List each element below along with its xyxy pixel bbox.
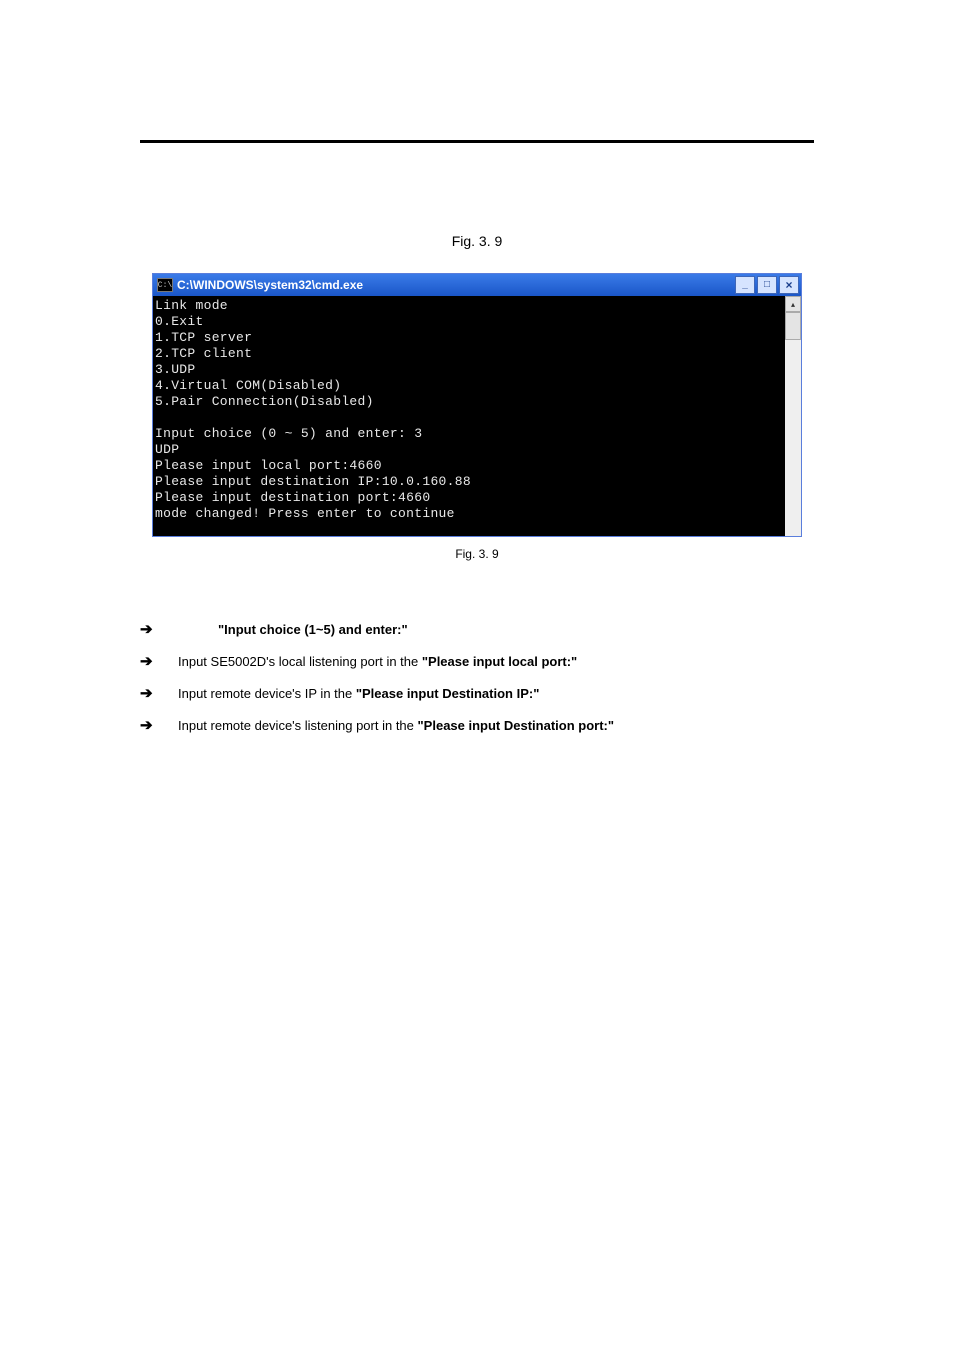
minimize-icon: _ bbox=[742, 280, 748, 290]
instruction-row: ➔ Input remote device's listening port i… bbox=[140, 717, 814, 735]
figure-caption-top: Fig. 3. 9 bbox=[140, 233, 814, 249]
cmd-icon: C:\ bbox=[157, 278, 173, 292]
instruction-text: "Input choice (1~5) and enter:" bbox=[158, 621, 814, 639]
instruction-text: Input SE5002D's local listening port in … bbox=[158, 653, 814, 671]
close-icon: × bbox=[785, 279, 792, 291]
scroll-up-button[interactable]: ▴ bbox=[785, 296, 801, 312]
minimize-button[interactable]: _ bbox=[735, 276, 755, 294]
arrow-icon: ➔ bbox=[140, 653, 158, 671]
horizontal-rule bbox=[140, 140, 814, 143]
instruction-pre: Input remote device's IP in the bbox=[178, 686, 356, 701]
cmd-console-window: C:\ C:\WINDOWS\system32\cmd.exe _ □ × Li… bbox=[152, 273, 802, 537]
vertical-scrollbar[interactable]: ▴ bbox=[785, 296, 801, 536]
instruction-pre: Input remote device's listening port in … bbox=[178, 718, 418, 733]
close-button[interactable]: × bbox=[779, 276, 799, 294]
instruction-bold: "Please input Destination port:" bbox=[418, 718, 615, 733]
window-titlebar[interactable]: C:\ C:\WINDOWS\system32\cmd.exe _ □ × bbox=[153, 274, 801, 296]
instructions-list: ➔ "Input choice (1~5) and enter:" ➔ Inpu… bbox=[140, 621, 814, 735]
instruction-bold: "Please input local port:" bbox=[422, 654, 577, 669]
figure-caption-bottom: Fig. 3. 9 bbox=[140, 547, 814, 561]
instruction-row: ➔ Input remote device's IP in the "Pleas… bbox=[140, 685, 814, 703]
console-output[interactable]: Link mode 0.Exit 1.TCP server 2.TCP clie… bbox=[153, 296, 785, 536]
instruction-row: ➔ "Input choice (1~5) and enter:" bbox=[140, 621, 814, 639]
arrow-icon: ➔ bbox=[140, 717, 158, 735]
maximize-icon: □ bbox=[764, 280, 770, 290]
instruction-text: Input remote device's listening port in … bbox=[158, 717, 814, 735]
window-title: C:\WINDOWS\system32\cmd.exe bbox=[177, 278, 735, 292]
instruction-pre: Input SE5002D's local listening port in … bbox=[178, 654, 422, 669]
arrow-icon: ➔ bbox=[140, 621, 158, 639]
instruction-bold: "Please input Destination IP:" bbox=[356, 686, 540, 701]
console-body-row: Link mode 0.Exit 1.TCP server 2.TCP clie… bbox=[153, 296, 801, 536]
scrollbar-thumb[interactable] bbox=[785, 312, 801, 340]
document-page: Fig. 3. 9 C:\ C:\WINDOWS\system32\cmd.ex… bbox=[0, 0, 954, 809]
window-buttons: _ □ × bbox=[735, 276, 799, 294]
scrollbar-track[interactable] bbox=[785, 340, 801, 536]
arrow-icon: ➔ bbox=[140, 685, 158, 703]
maximize-button[interactable]: □ bbox=[757, 276, 777, 294]
instruction-text: Input remote device's IP in the "Please … bbox=[158, 685, 814, 703]
instruction-row: ➔ Input SE5002D's local listening port i… bbox=[140, 653, 814, 671]
